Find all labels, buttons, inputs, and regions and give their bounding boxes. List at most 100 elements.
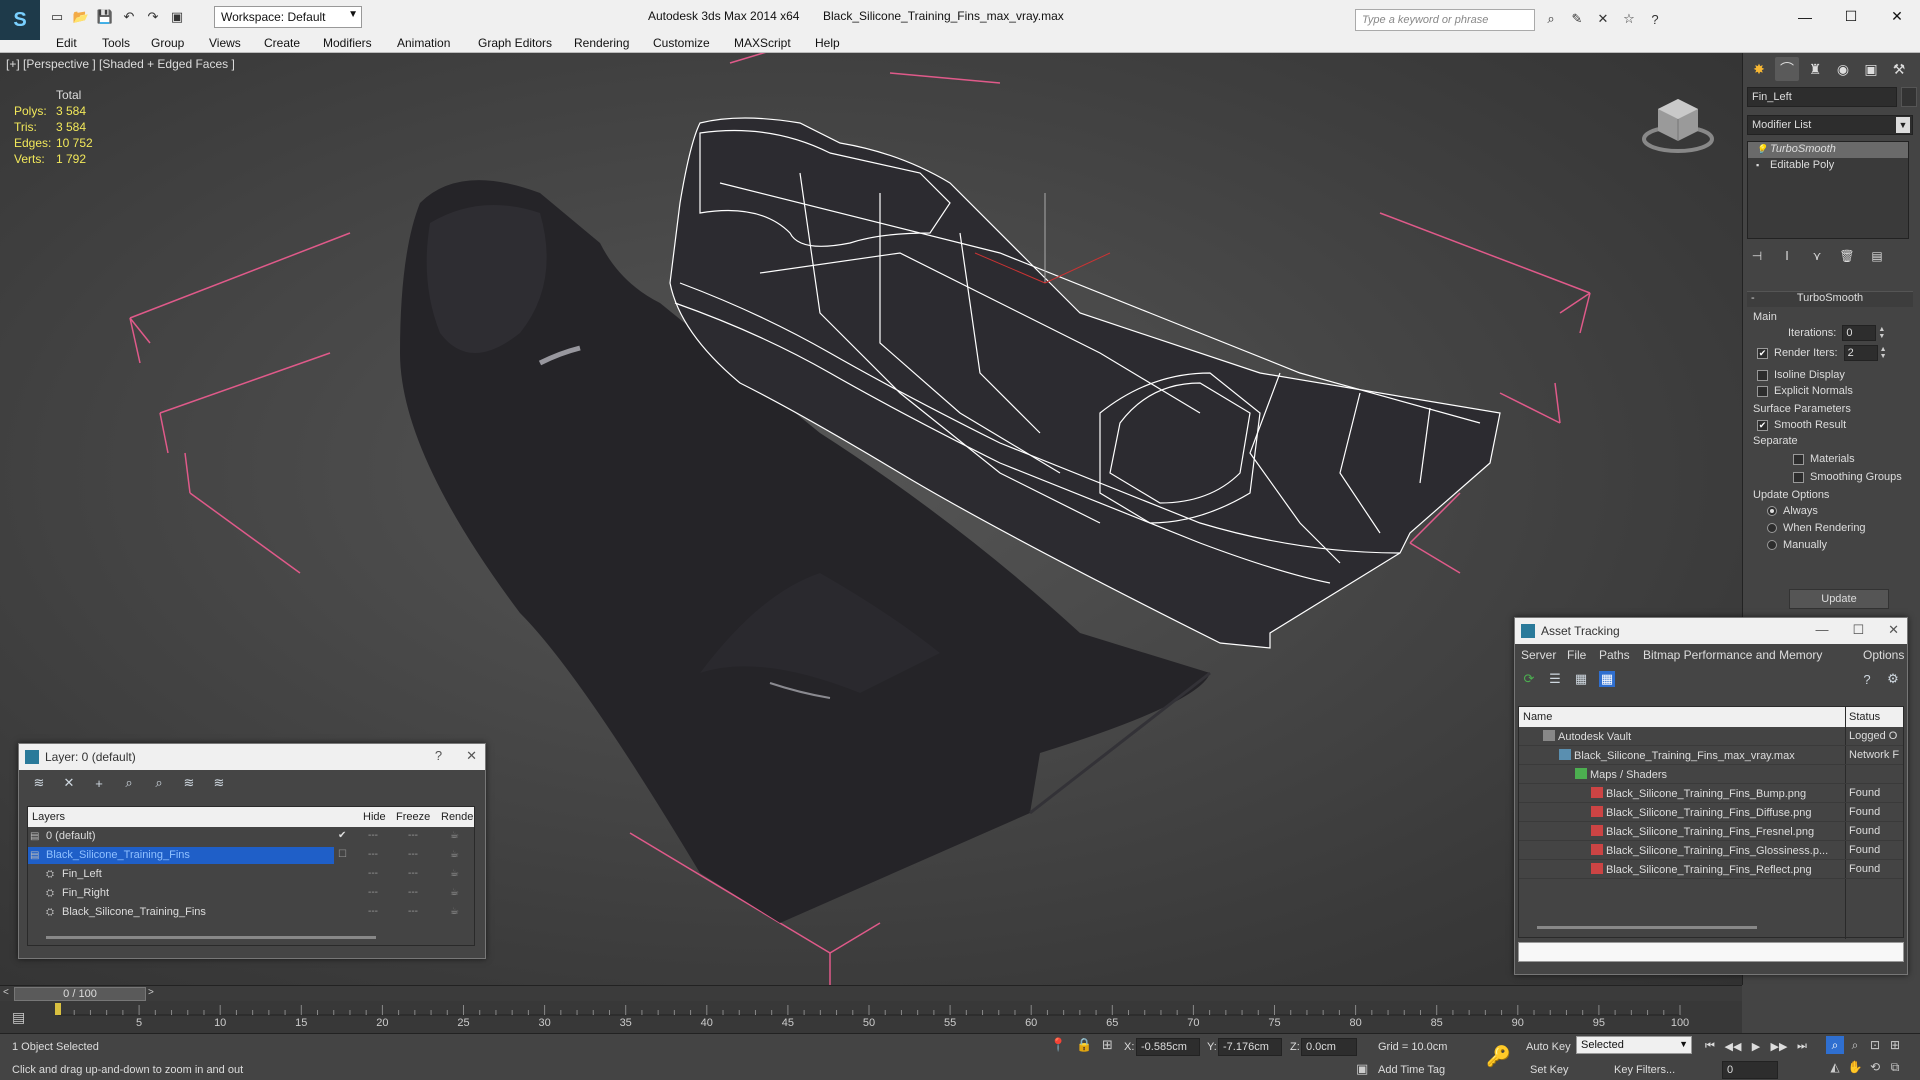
turbosmooth-rollout-header[interactable]: - TurboSmooth <box>1747 291 1913 307</box>
menu-customize[interactable]: Customize <box>653 36 710 50</box>
subscription-icon[interactable]: ✎ <box>1568 10 1586 28</box>
go-to-start-icon[interactable]: ⏮ <box>1702 1038 1718 1054</box>
render-iters-checkbox[interactable]: ✔ <box>1757 347 1768 359</box>
col-status[interactable]: Status <box>1849 711 1880 723</box>
viewport-label[interactable]: [+] [Perspective ] [Shaded + Edged Faces… <box>6 57 235 71</box>
prev-frame-icon[interactable]: < <box>3 987 9 998</box>
previous-frame-icon[interactable]: ◀◀ <box>1725 1038 1742 1054</box>
isolate-pin-icon[interactable]: 📍 <box>1050 1037 1066 1053</box>
select-objects-icon[interactable]: ⌕ <box>121 775 137 791</box>
horizontal-scrollbar[interactable] <box>46 936 376 939</box>
close-icon[interactable]: ✕ <box>1888 622 1899 638</box>
next-frame-icon[interactable]: ▶▶ <box>1771 1038 1788 1054</box>
spinner-arrows-icon[interactable]: ▲ ▼ <box>1880 346 1887 360</box>
menu-rendering[interactable]: Rendering <box>574 36 629 50</box>
explicit-normals-checkbox[interactable] <box>1757 385 1768 397</box>
object-name-field[interactable]: Fin_Left <box>1747 87 1897 107</box>
asset-row[interactable]: Black_Silicone_Training_Fins_Bump.png Fo… <box>1519 784 1903 803</box>
hide-toggle[interactable]: --- <box>368 868 378 879</box>
project-folder-icon[interactable]: ▣ <box>168 8 186 26</box>
horizontal-scrollbar[interactable] <box>1537 926 1757 929</box>
delete-layer-icon[interactable]: ✕ <box>61 775 77 791</box>
col-freeze[interactable]: Freeze <box>396 811 430 823</box>
help-icon[interactable]: ? <box>1646 10 1664 28</box>
hide-toggle[interactable]: --- <box>368 849 378 860</box>
hide-toggle[interactable]: --- <box>368 906 378 917</box>
workspace-dropdown[interactable]: Workspace: Default ▼ <box>214 6 362 28</box>
add-time-tag[interactable]: Add Time Tag <box>1378 1064 1445 1076</box>
motion-tab-icon[interactable]: ◉ <box>1831 57 1855 81</box>
layer-row[interactable]: ⛭ Fin_Right --- --- ☕ <box>28 884 474 903</box>
freeze-toggle[interactable]: --- <box>408 887 418 898</box>
at-menu-options[interactable]: Options <box>1863 648 1904 662</box>
asset-row[interactable]: Autodesk Vault Logged O <box>1519 727 1903 746</box>
maximize-viewport-icon[interactable]: ⧉ <box>1886 1058 1904 1076</box>
zoom-icon[interactable]: ⌕ <box>1826 1036 1844 1054</box>
hide-all-icon[interactable]: ≋ <box>181 775 197 791</box>
viewcube-icon[interactable] <box>1640 87 1716 157</box>
zoom-extents-all-icon[interactable]: ⊞ <box>1886 1036 1904 1054</box>
render-teapot-icon[interactable]: ☕ <box>450 887 459 898</box>
layer-row[interactable]: ⛭ Fin_Left --- --- ☕ <box>28 865 474 884</box>
play-icon[interactable]: ▶ <box>1748 1038 1764 1054</box>
next-frame-icon[interactable]: > <box>148 987 154 998</box>
modifier-list-dropdown[interactable]: Modifier List ▼ <box>1747 115 1913 135</box>
lightbulb-icon[interactable]: 💡 <box>1756 144 1767 155</box>
display-tab-icon[interactable]: ▣ <box>1859 57 1883 81</box>
update-button[interactable]: Update <box>1789 589 1889 609</box>
asset-row[interactable]: Black_Silicone_Training_Fins_Fresnel.png… <box>1519 822 1903 841</box>
settings-icon[interactable]: ⚙ <box>1885 671 1901 687</box>
menu-group[interactable]: Group <box>151 36 184 50</box>
layer-row[interactable]: ⛭ Black_Silicone_Training_Fins --- --- ☕ <box>28 903 474 922</box>
at-menu-paths[interactable]: Paths <box>1599 648 1630 662</box>
render-teapot-icon[interactable]: ☕ <box>450 849 459 860</box>
set-keys-key-icon[interactable]: 🔑 <box>1486 1044 1511 1069</box>
orbit-icon[interactable]: ⟲ <box>1866 1058 1884 1076</box>
asset-path-input[interactable] <box>1518 942 1904 962</box>
utilities-tab-icon[interactable]: ⚒ <box>1887 57 1911 81</box>
freeze-toggle[interactable]: --- <box>408 868 418 879</box>
hide-toggle[interactable]: --- <box>368 830 378 841</box>
pan-hand-icon[interactable]: ✋ <box>1846 1058 1864 1076</box>
layer-dialog-titlebar[interactable]: Layer: 0 (default) ? ✕ <box>19 744 485 770</box>
help-icon[interactable]: ? <box>1859 671 1875 687</box>
minimize-icon[interactable]: — <box>1815 622 1828 638</box>
expand-plus-icon[interactable]: ▪ <box>1756 160 1759 170</box>
binoculars-icon[interactable]: ⌕ <box>1542 10 1560 28</box>
stack-item-editable-poly[interactable]: ▪ Editable Poly <box>1748 158 1908 174</box>
maximize-icon[interactable]: ☐ <box>1828 0 1874 33</box>
help-icon[interactable]: ? <box>435 748 442 764</box>
close-icon[interactable]: ✕ <box>466 748 477 764</box>
go-to-end-icon[interactable]: ⏭ <box>1794 1038 1810 1054</box>
asset-row[interactable]: Maps / Shaders <box>1519 765 1903 784</box>
x-coordinate-field[interactable]: -0.585cm <box>1136 1038 1200 1056</box>
col-render[interactable]: Rende <box>441 811 473 823</box>
menu-edit[interactable]: Edit <box>56 36 77 50</box>
zoom-all-icon[interactable]: ⌕ <box>1846 1036 1864 1054</box>
asset-row[interactable]: Black_Silicone_Training_Fins_Diffuse.png… <box>1519 803 1903 822</box>
col-hide[interactable]: Hide <box>363 811 386 823</box>
field-of-view-icon[interactable]: ◭ <box>1826 1058 1844 1076</box>
grid-view-icon[interactable]: ▦ <box>1599 671 1615 687</box>
minimize-icon[interactable]: — <box>1782 0 1828 33</box>
refresh-icon[interactable]: ⟳ <box>1521 671 1537 687</box>
smooth-result-checkbox[interactable]: ✔ <box>1757 419 1768 431</box>
asset-row[interactable]: Black_Silicone_Training_Fins_Glossiness.… <box>1519 841 1903 860</box>
at-menu-file[interactable]: File <box>1567 648 1586 662</box>
menu-views[interactable]: Views <box>209 36 241 50</box>
layer-row[interactable]: ▤ 0 (default) ✔ --- --- ☕ <box>28 827 474 846</box>
at-menu-server[interactable]: Server <box>1521 648 1556 662</box>
y-coordinate-field[interactable]: -7.176cm <box>1218 1038 1282 1056</box>
object-color-swatch[interactable] <box>1901 87 1917 107</box>
track-bar[interactable]: ▤ 5 10 15 20 25 30 35 40 45 50 55 60 65 70 75 80 85 90 95 1… <box>0 1001 1742 1033</box>
favorites-star-icon[interactable]: ☆ <box>1620 10 1638 28</box>
app-logo-icon[interactable]: S <box>0 0 40 40</box>
key-selection-dropdown[interactable]: Selected ▼ <box>1576 1036 1692 1054</box>
col-layers[interactable]: Layers <box>32 811 65 823</box>
freeze-toggle[interactable]: --- <box>408 906 418 917</box>
show-end-result-icon[interactable]: Ⅰ <box>1779 247 1795 265</box>
search-input[interactable]: Type a keyword or phrase <box>1355 9 1535 31</box>
smoothing-groups-checkbox[interactable] <box>1793 471 1804 483</box>
menu-create[interactable]: Create <box>264 36 300 50</box>
asset-row[interactable]: Black_Silicone_Training_Fins_max_vray.ma… <box>1519 746 1903 765</box>
